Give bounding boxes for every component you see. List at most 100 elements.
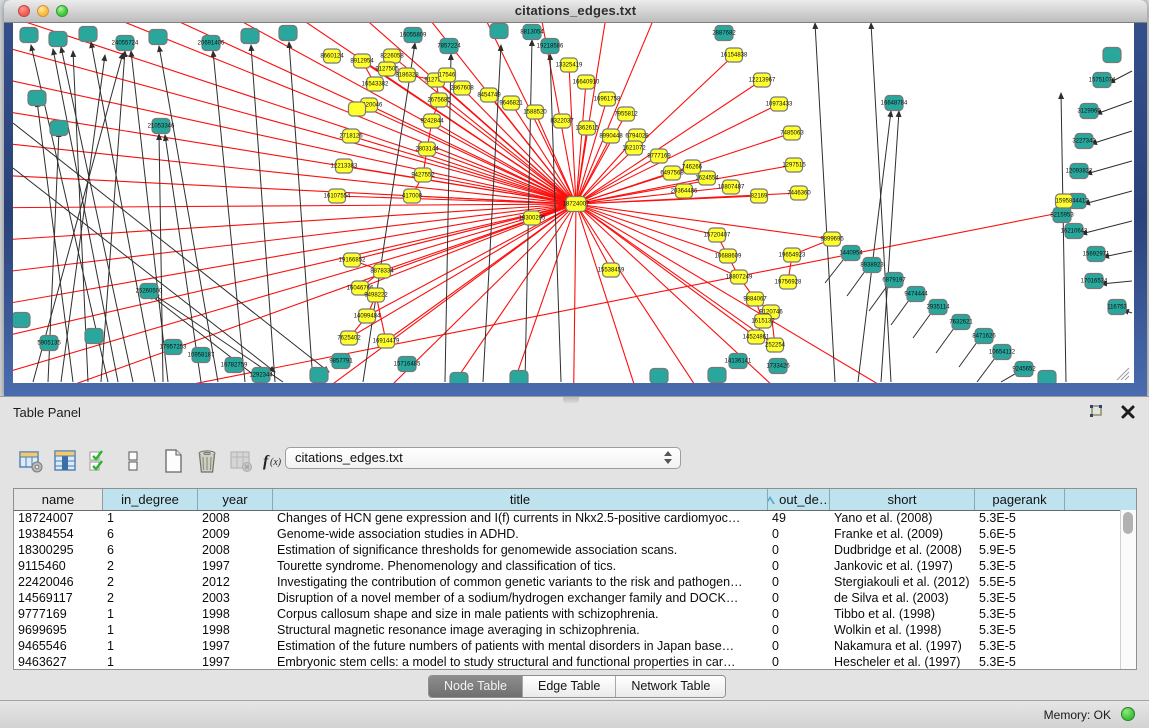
table-cell[interactable]: Disruption of a novel member of a sodium… bbox=[273, 590, 768, 606]
table-cell[interactable]: Genome-wide association studies in ADHD. bbox=[273, 526, 768, 542]
table-row[interactable]: 946554611997Estimation of the future num… bbox=[14, 638, 1121, 654]
table-cell[interactable]: 5.3E-5 bbox=[975, 510, 1065, 526]
tab-edge-table[interactable]: Edge Table bbox=[523, 676, 616, 697]
table-cell[interactable]: 2 bbox=[103, 558, 198, 574]
table-cell[interactable]: Hescheler et al. (1997) bbox=[830, 654, 975, 669]
table-cell[interactable]: 5.9E-5 bbox=[975, 542, 1065, 558]
tab-node-table[interactable]: Node Table bbox=[429, 676, 523, 697]
table-cell[interactable]: Jankovic et al. (1997) bbox=[830, 558, 975, 574]
table-cell[interactable]: 5.3E-5 bbox=[975, 558, 1065, 574]
table-row[interactable]: 1872400712008Changes of HCN gene express… bbox=[14, 510, 1121, 526]
table-cell[interactable]: 22420046 bbox=[14, 574, 103, 590]
table-cell[interactable]: 5.3E-5 bbox=[975, 654, 1065, 669]
network-window-titlebar[interactable]: citations_edges.txt bbox=[4, 0, 1147, 23]
memory-status-indicator[interactable] bbox=[1121, 707, 1135, 721]
table-row[interactable]: 1456911722003Disruption of a novel membe… bbox=[14, 590, 1121, 606]
column-header-out-de-[interactable]: out_de… bbox=[768, 489, 830, 510]
table-cell[interactable]: 19384554 bbox=[14, 526, 103, 542]
table-cell[interactable]: Wolkin et al. (1998) bbox=[830, 622, 975, 638]
table-cell[interactable]: 49 bbox=[768, 510, 830, 526]
table-cell[interactable]: 1997 bbox=[198, 654, 273, 669]
table-cell[interactable]: 0 bbox=[768, 638, 830, 654]
column-header-title[interactable]: title bbox=[273, 489, 768, 510]
tab-network-table[interactable]: Network Table bbox=[616, 676, 725, 697]
table-selector-dropdown[interactable]: citations_edges.txt bbox=[285, 447, 681, 469]
table-cell[interactable]: Changes of HCN gene expression and I(f) … bbox=[273, 510, 768, 526]
table-row[interactable]: 977716911998Corpus callosum shape and si… bbox=[14, 606, 1121, 622]
table-row[interactable]: 1938455462009Genome-wide association stu… bbox=[14, 526, 1121, 542]
column-header-short[interactable]: short bbox=[830, 489, 975, 510]
table-row[interactable]: 946362711997Embryonic stem cells: a mode… bbox=[14, 654, 1121, 669]
table-cell[interactable]: 0 bbox=[768, 654, 830, 669]
table-cell[interactable]: 2 bbox=[103, 574, 198, 590]
table-cell[interactable]: 18300295 bbox=[14, 542, 103, 558]
table-cell[interactable]: 5.3E-5 bbox=[975, 622, 1065, 638]
table-cell[interactable]: Stergiakouli et al. (2012) bbox=[830, 574, 975, 590]
table-cell[interactable]: 1 bbox=[103, 622, 198, 638]
table-row[interactable]: 969969511998Structural magnetic resonanc… bbox=[14, 622, 1121, 638]
table-cell[interactable]: 0 bbox=[768, 526, 830, 542]
table-cell[interactable]: 1998 bbox=[198, 622, 273, 638]
table-cell[interactable]: 5.3E-5 bbox=[975, 590, 1065, 606]
table-cell[interactable]: Tourette syndrome. Phenomenology and cla… bbox=[273, 558, 768, 574]
table-cell[interactable]: Corpus callosum shape and size in male p… bbox=[273, 606, 768, 622]
table-cell[interactable]: Estimation of significance thresholds fo… bbox=[273, 542, 768, 558]
table-cell[interactable]: 9463627 bbox=[14, 654, 103, 669]
column-header-year[interactable]: year bbox=[198, 489, 273, 510]
table-cell[interactable]: 1 bbox=[103, 638, 198, 654]
table-cell[interactable]: 2008 bbox=[198, 510, 273, 526]
table-cell[interactable]: 6 bbox=[103, 542, 198, 558]
table-cell[interactable]: Embryonic stem cells: a model to study s… bbox=[273, 654, 768, 669]
table-cell[interactable]: 1 bbox=[103, 606, 198, 622]
table-cell[interactable]: 1 bbox=[103, 510, 198, 526]
table-row[interactable]: 911546021997Tourette syndrome. Phenomeno… bbox=[14, 558, 1121, 574]
network-canvas[interactable]: 2405572420691406160558097857224881305419… bbox=[13, 23, 1134, 383]
table-cell[interactable]: de Silva et al. (2003) bbox=[830, 590, 975, 606]
column-header-pagerank[interactable]: pagerank bbox=[975, 489, 1065, 510]
table-cell[interactable]: 2009 bbox=[198, 526, 273, 542]
table-cell[interactable]: Tibbo et al. (1998) bbox=[830, 606, 975, 622]
table-cell[interactable]: 5.6E-5 bbox=[975, 526, 1065, 542]
select-rows-icon[interactable] bbox=[84, 446, 114, 476]
table-cell[interactable]: Structural magnetic resonance image aver… bbox=[273, 622, 768, 638]
scrollbar-thumb[interactable] bbox=[1123, 512, 1133, 534]
table-cell[interactable]: 9465546 bbox=[14, 638, 103, 654]
close-icon[interactable] bbox=[1119, 403, 1137, 421]
table-cell[interactable]: Yano et al. (2008) bbox=[830, 510, 975, 526]
table-row[interactable]: 2242004622012Investigating the contribut… bbox=[14, 574, 1121, 590]
table-cell[interactable]: 18724007 bbox=[14, 510, 103, 526]
table-cell[interactable]: 2012 bbox=[198, 574, 273, 590]
node-attribute-table[interactable]: namein_degreeyeartitleout_de…shortpagera… bbox=[13, 488, 1137, 670]
table-cell[interactable]: 9777169 bbox=[14, 606, 103, 622]
vertical-scrollbar[interactable] bbox=[1120, 510, 1136, 669]
column-header-name[interactable]: name bbox=[14, 489, 103, 510]
table-cell[interactable]: 1 bbox=[103, 654, 198, 669]
table-cell[interactable]: 2003 bbox=[198, 590, 273, 606]
table-cell[interactable]: Dudbridge et al. (2008) bbox=[830, 542, 975, 558]
table-cell[interactable]: 2008 bbox=[198, 542, 273, 558]
table-cell[interactable]: 5.3E-5 bbox=[975, 606, 1065, 622]
table-cell[interactable]: 0 bbox=[768, 590, 830, 606]
new-table-icon[interactable] bbox=[158, 446, 188, 476]
table-cell[interactable]: 5.5E-5 bbox=[975, 574, 1065, 590]
table-row[interactable]: 1830029562008Estimation of significance … bbox=[14, 542, 1121, 558]
table-cell[interactable]: 0 bbox=[768, 542, 830, 558]
float-window-icon[interactable] bbox=[1087, 403, 1105, 421]
table-cell[interactable]: 0 bbox=[768, 558, 830, 574]
table-cell[interactable]: 9115460 bbox=[14, 558, 103, 574]
row-height-icon[interactable] bbox=[118, 446, 148, 476]
table-cell[interactable]: 0 bbox=[768, 574, 830, 590]
column-header-in-degree[interactable]: in_degree bbox=[103, 489, 198, 510]
table-cell[interactable]: Franke et al. (2009) bbox=[830, 526, 975, 542]
table-cell[interactable]: 5.3E-5 bbox=[975, 638, 1065, 654]
select-column-icon[interactable] bbox=[50, 446, 80, 476]
table-cell[interactable]: Estimation of the future numbers of pati… bbox=[273, 638, 768, 654]
table-cell[interactable]: 9699695 bbox=[14, 622, 103, 638]
table-cell[interactable]: 14569117 bbox=[14, 590, 103, 606]
table-cell[interactable]: 6 bbox=[103, 526, 198, 542]
table-options-icon[interactable] bbox=[16, 446, 46, 476]
table-cell[interactable]: Nakamura et al. (1997) bbox=[830, 638, 975, 654]
table-cell[interactable]: Investigating the contribution of common… bbox=[273, 574, 768, 590]
table-cell[interactable]: 0 bbox=[768, 606, 830, 622]
table-cell[interactable]: 1997 bbox=[198, 558, 273, 574]
